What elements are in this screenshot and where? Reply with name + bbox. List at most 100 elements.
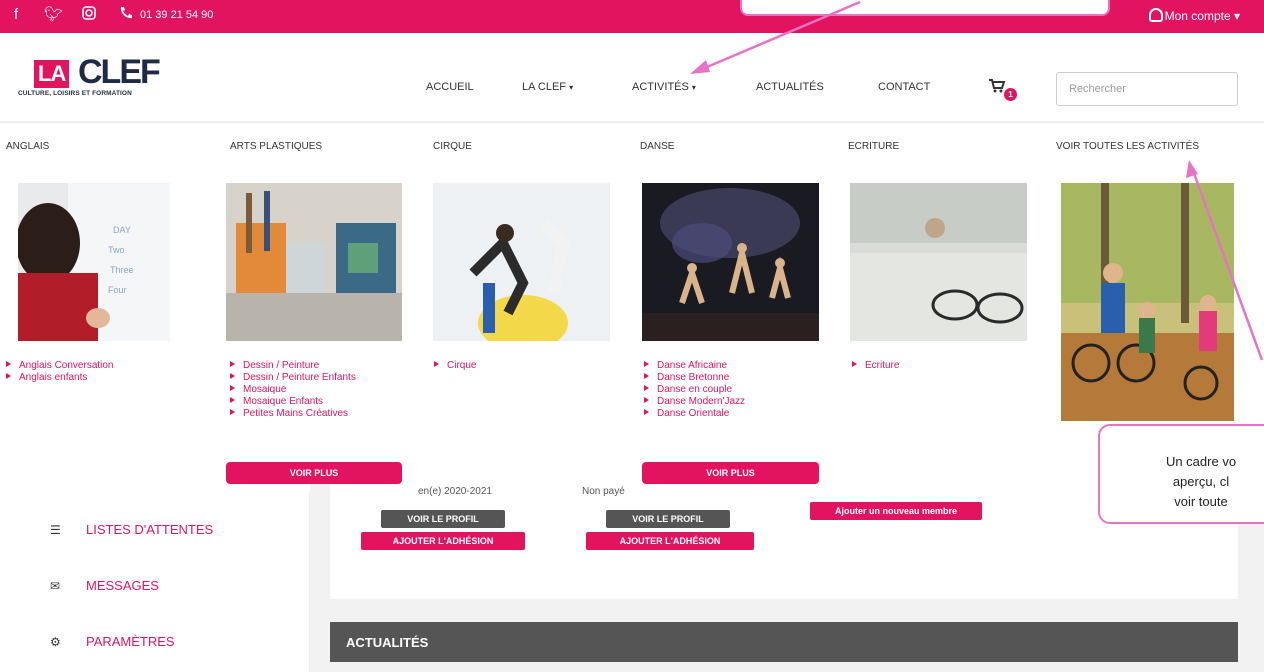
sidebar-item-messages[interactable]: ✉ MESSAGES bbox=[50, 578, 159, 593]
account-menu[interactable]: Mon compte ▾ bbox=[1148, 8, 1240, 23]
list-item-label: Mosaique Enfants bbox=[243, 396, 324, 407]
nav-contact[interactable]: CONTACT bbox=[878, 81, 930, 93]
nav-actualites[interactable]: ACTUALITÉS bbox=[756, 81, 824, 93]
triangle-right-icon bbox=[230, 385, 235, 391]
list-item[interactable]: Anglais enfants bbox=[6, 372, 114, 384]
list-item-label: Cirque bbox=[447, 360, 477, 371]
nav-laclef-label: LA CLEF bbox=[522, 81, 567, 93]
triangle-right-icon bbox=[230, 373, 235, 379]
svg-text:Two: Two bbox=[108, 245, 125, 255]
ecriture-image[interactable] bbox=[850, 183, 1027, 341]
menu-column-title[interactable]: DANSE bbox=[640, 141, 674, 152]
search-input[interactable]: Rechercher bbox=[1056, 72, 1238, 106]
list-item-label: Danse Modern'Jazz bbox=[657, 396, 746, 407]
partial-season-text: en(e) 2020-2021 bbox=[418, 486, 492, 497]
svg-text:Four: Four bbox=[108, 285, 127, 295]
annotation-callout: Un cadre vo aperçu, cl voir toute bbox=[1098, 424, 1264, 524]
menu-column-title[interactable]: CIRQUE bbox=[433, 141, 472, 152]
chevron-down-icon: ▾ bbox=[1233, 9, 1240, 23]
arts-plastiques-list: Dessin / Peinture Dessin / Peinture Enfa… bbox=[230, 360, 356, 420]
list-item[interactable]: Dessin / Peinture bbox=[230, 360, 356, 372]
voir-plus-button[interactable]: VOIR PLUS bbox=[642, 462, 819, 484]
add-member-button[interactable]: Ajouter un nouveau membre bbox=[810, 502, 982, 520]
header-divider bbox=[0, 121, 1264, 123]
list-item[interactable]: Mosaique bbox=[230, 384, 356, 396]
twitter-icon[interactable]: 🐦︎ bbox=[44, 6, 63, 24]
phone-icon bbox=[118, 5, 136, 23]
list-item[interactable]: Danse Africaine bbox=[644, 360, 745, 372]
partial-status-text: Non payé bbox=[582, 486, 625, 497]
list-item-label: Ecriture bbox=[865, 360, 900, 371]
menu-column-title[interactable]: ANGLAIS bbox=[6, 141, 49, 152]
sidebar-item-label: PARAMÈTRES bbox=[86, 634, 175, 649]
nav-laclef[interactable]: LA CLEF ▾ bbox=[522, 81, 573, 93]
list-item[interactable]: Danse Modern'Jazz bbox=[644, 396, 745, 408]
arts-plastiques-image[interactable] bbox=[226, 183, 402, 341]
danse-list: Danse Africaine Danse Bretonne Danse en … bbox=[644, 360, 745, 420]
voir-plus-button[interactable]: VOIR PLUS bbox=[226, 462, 402, 484]
news-section-header: ACTUALITÉS bbox=[330, 622, 1238, 662]
sidebar-item-waitlists[interactable]: ☰ LISTES D'ATTENTES bbox=[50, 522, 213, 537]
list-item-label: Petites Mains Créatives bbox=[243, 408, 349, 419]
svg-text:DAY: DAY bbox=[113, 225, 131, 235]
triangle-right-icon bbox=[230, 361, 235, 367]
svg-text:Three: Three bbox=[110, 265, 134, 275]
logo-clef: CLEF bbox=[78, 53, 161, 91]
view-profile-button[interactable]: VOIR LE PROFIL bbox=[381, 510, 505, 528]
ecriture-list: Ecriture bbox=[852, 360, 899, 372]
list-item-label: Danse Africaine bbox=[657, 360, 728, 371]
triangle-right-icon bbox=[852, 361, 857, 367]
instagram-icon[interactable] bbox=[82, 6, 96, 25]
triangle-right-icon bbox=[644, 385, 649, 391]
phone-number[interactable]: 01 39 21 54 90 bbox=[140, 9, 213, 21]
list-item[interactable]: Dessin / Peinture Enfants bbox=[230, 372, 356, 384]
triangle-right-icon bbox=[644, 409, 649, 415]
sidebar-item-settings[interactable]: ⚙ PARAMÈTRES bbox=[50, 634, 175, 649]
list-item[interactable]: Anglais Conversation bbox=[6, 360, 114, 372]
list-item[interactable]: Petites Mains Créatives bbox=[230, 408, 356, 420]
view-profile-button[interactable]: VOIR LE PROFIL bbox=[606, 510, 730, 528]
list-item-label: Anglais enfants bbox=[19, 372, 88, 383]
list-item-label: Dessin / Peinture bbox=[243, 360, 320, 371]
anglais-image[interactable]: DAY Two Three Four bbox=[18, 183, 170, 341]
list-item[interactable]: Danse Bretonne bbox=[644, 372, 745, 384]
danse-image[interactable] bbox=[642, 183, 819, 341]
menu-column-title[interactable]: ARTS PLASTIQUES bbox=[230, 141, 322, 152]
triangle-right-icon bbox=[230, 397, 235, 403]
triangle-right-icon bbox=[230, 409, 235, 415]
nav-activites[interactable]: ACTIVITÉS ▾ bbox=[632, 81, 696, 93]
list-item[interactable]: Danse en couple bbox=[644, 384, 745, 396]
triangle-right-icon bbox=[6, 361, 11, 367]
list-item[interactable]: Ecriture bbox=[852, 360, 899, 372]
callout-line: voir toute bbox=[1174, 494, 1228, 509]
nav-accueil[interactable]: ACCUEIL bbox=[426, 81, 474, 93]
triangle-right-icon bbox=[644, 361, 649, 367]
nav-activites-label: ACTIVITÉS bbox=[632, 81, 689, 93]
cart-button[interactable]: 1 bbox=[988, 78, 1017, 101]
gear-icon: ⚙ bbox=[50, 635, 61, 649]
all-activities-image[interactable] bbox=[1061, 183, 1234, 421]
site-logo[interactable]: LA CLEF CULTURE, LOISIRS ET FORMATION bbox=[18, 54, 198, 104]
list-item[interactable]: Cirque bbox=[434, 360, 476, 372]
user-icon bbox=[1148, 8, 1163, 22]
callout-line: Un cadre vo bbox=[1165, 454, 1237, 469]
account-label: Mon compte bbox=[1164, 9, 1231, 23]
menu-column-title[interactable]: VOIR TOUTES LES ACTIVITÉS bbox=[1056, 141, 1199, 152]
triangle-right-icon bbox=[644, 397, 649, 403]
list-item-label: Danse Bretonne bbox=[657, 372, 730, 383]
sidebar-item-label: MESSAGES bbox=[86, 578, 159, 593]
list-item-label: Dessin / Peinture Enfants bbox=[243, 372, 356, 383]
facebook-icon[interactable]: f bbox=[14, 6, 18, 24]
list-item[interactable]: Danse Orientale bbox=[644, 408, 745, 420]
menu-column-title[interactable]: ECRITURE bbox=[848, 141, 899, 152]
triangle-right-icon bbox=[6, 373, 11, 379]
add-membership-button[interactable]: AJOUTER L'ADHÉSION bbox=[361, 532, 525, 550]
list-icon: ☰ bbox=[50, 523, 61, 537]
sidebar-item-label: LISTES D'ATTENTES bbox=[86, 522, 214, 537]
cirque-image[interactable] bbox=[433, 183, 610, 341]
callout-line: aperçu, cl bbox=[1172, 474, 1230, 489]
cirque-list: Cirque bbox=[434, 360, 476, 372]
list-item[interactable]: Mosaique Enfants bbox=[230, 396, 356, 408]
add-membership-button[interactable]: AJOUTER L'ADHÉSION bbox=[586, 532, 754, 550]
chevron-down-icon: ▾ bbox=[569, 83, 574, 92]
